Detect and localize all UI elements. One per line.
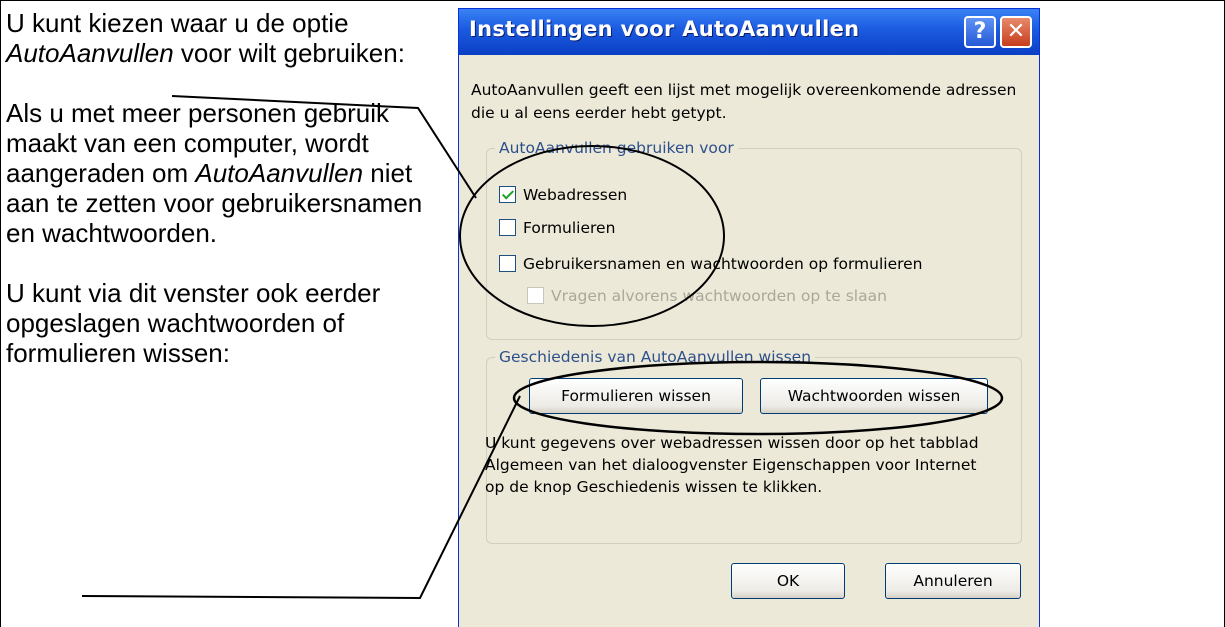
buttons-highlight-ellipse	[512, 360, 1004, 436]
pointer-line-top	[171, 95, 477, 199]
annotation-overlay	[81, 95, 1004, 600]
pointer-line-bottom	[81, 395, 521, 600]
checkbox-highlight-ellipse	[459, 145, 725, 327]
